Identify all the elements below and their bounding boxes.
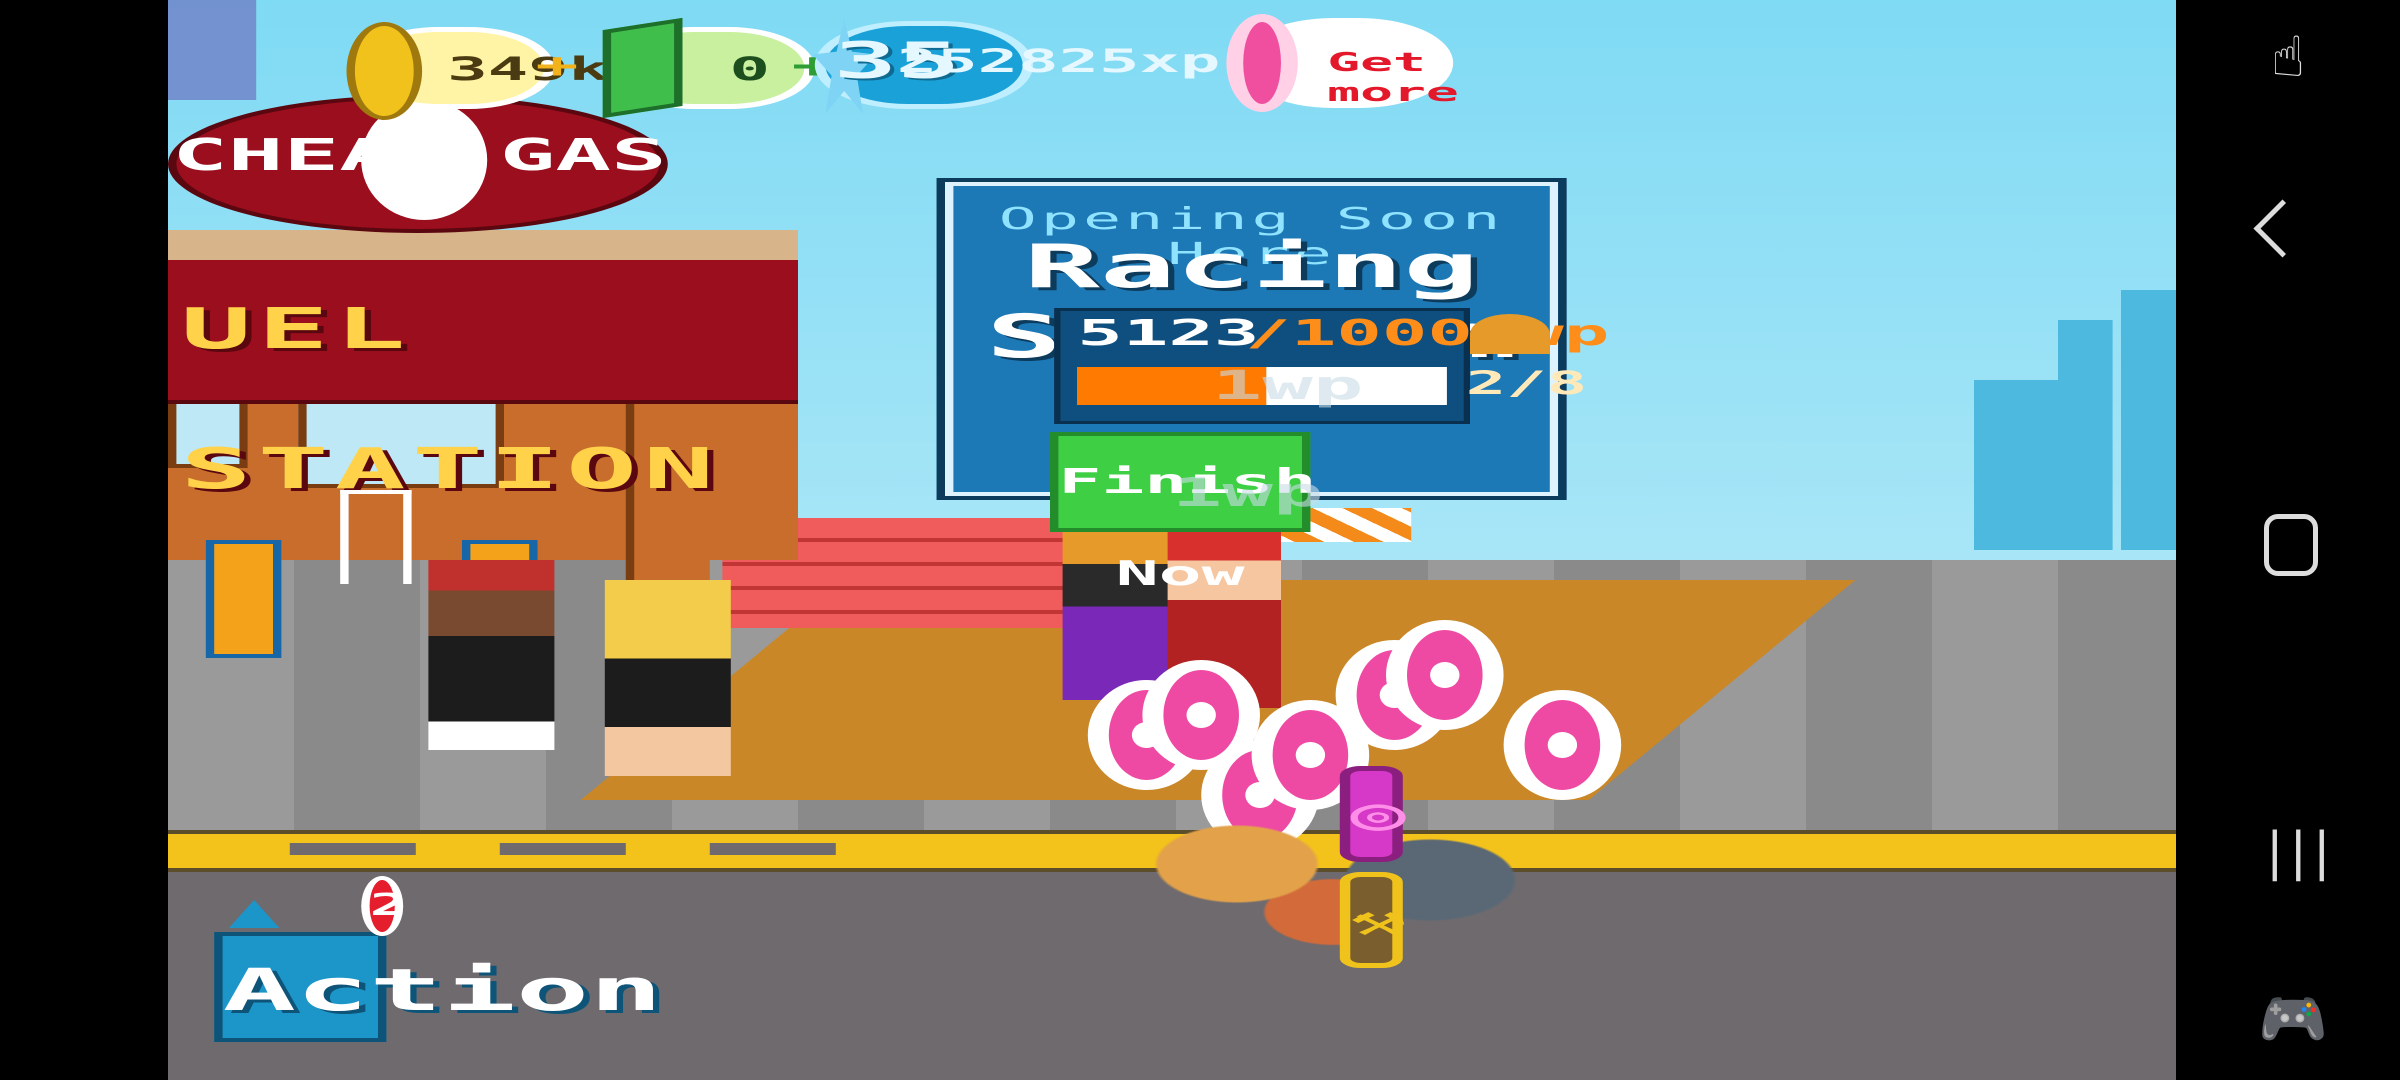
touch-icon[interactable]: ☝ xyxy=(2258,28,2318,88)
progress-goal: /10000wp xyxy=(1245,313,1610,354)
curb-dash xyxy=(289,843,416,855)
wrench-icon: ⚒ xyxy=(1350,895,1406,946)
cash-icon xyxy=(602,17,683,119)
floating-wp-label: 1wp xyxy=(1211,363,1364,409)
coin-value: 349k xyxy=(447,50,610,88)
helmet-count: 2/8 xyxy=(1465,364,1588,402)
get-more-donuts-button[interactable]: Get more xyxy=(1226,14,1459,112)
curb-dash xyxy=(499,843,626,855)
city-skyline-tower xyxy=(2058,320,2113,550)
donut-menu-button[interactable]: ◎ xyxy=(1339,766,1406,862)
xp-counter: 35 252825xp xyxy=(812,18,1220,114)
chair xyxy=(340,490,412,584)
hard-hat-icon xyxy=(1470,314,1550,354)
add-coins-button[interactable]: + xyxy=(536,46,579,86)
donut-pickup[interactable] xyxy=(1386,620,1504,730)
action-badge: 2 xyxy=(361,876,408,936)
donut-icon: ◎ xyxy=(1350,789,1406,840)
city-skyline xyxy=(1973,380,2058,550)
xp-value: 252825xp xyxy=(896,42,1221,80)
system-nav-bar: ☝ ||| 🎮 xyxy=(2176,0,2400,1080)
game-viewport[interactable]: UEL STATION CHEAP GAS Opening Soon Here … xyxy=(168,0,2285,1080)
action-label: Action xyxy=(223,956,663,1024)
home-icon[interactable] xyxy=(2264,514,2318,576)
station-sign: UEL STATION xyxy=(168,260,798,502)
get-more-label: Get more xyxy=(1327,48,1459,108)
recents-icon[interactable]: ||| xyxy=(2266,822,2337,882)
coin-counter: 349k + xyxy=(346,22,610,120)
cheap-gas-sign-right: GAS xyxy=(499,130,667,181)
cash-counter: 0 + xyxy=(602,17,835,119)
character-woman[interactable] xyxy=(604,580,731,776)
fuel-pump[interactable] xyxy=(205,540,282,658)
gamepad-icon[interactable]: 🎮 xyxy=(2258,990,2328,1050)
debris-pile xyxy=(1092,800,1575,960)
character-man[interactable] xyxy=(428,560,555,750)
action-button[interactable]: Action xyxy=(214,932,663,1042)
back-icon[interactable] xyxy=(2253,199,2312,258)
donut-icon xyxy=(1226,14,1298,112)
floating-wp-label: 1wp xyxy=(1171,470,1324,516)
progress-value: 5123 xyxy=(1077,313,1260,354)
donut-pickup[interactable] xyxy=(1503,690,1622,800)
avatar-thumbnail[interactable] xyxy=(168,0,257,100)
coin-icon xyxy=(346,22,423,120)
action-arrow-icon xyxy=(228,900,280,928)
build-menu-button[interactable]: ⚒ xyxy=(1339,872,1406,968)
station-sign-text: UEL STATION xyxy=(180,297,721,502)
curb-dash xyxy=(709,843,836,855)
left-letterbox xyxy=(0,0,168,1080)
cash-value: 0 xyxy=(729,50,770,88)
progress-box: 5123 /10000wp 1wp xyxy=(1054,308,1609,424)
